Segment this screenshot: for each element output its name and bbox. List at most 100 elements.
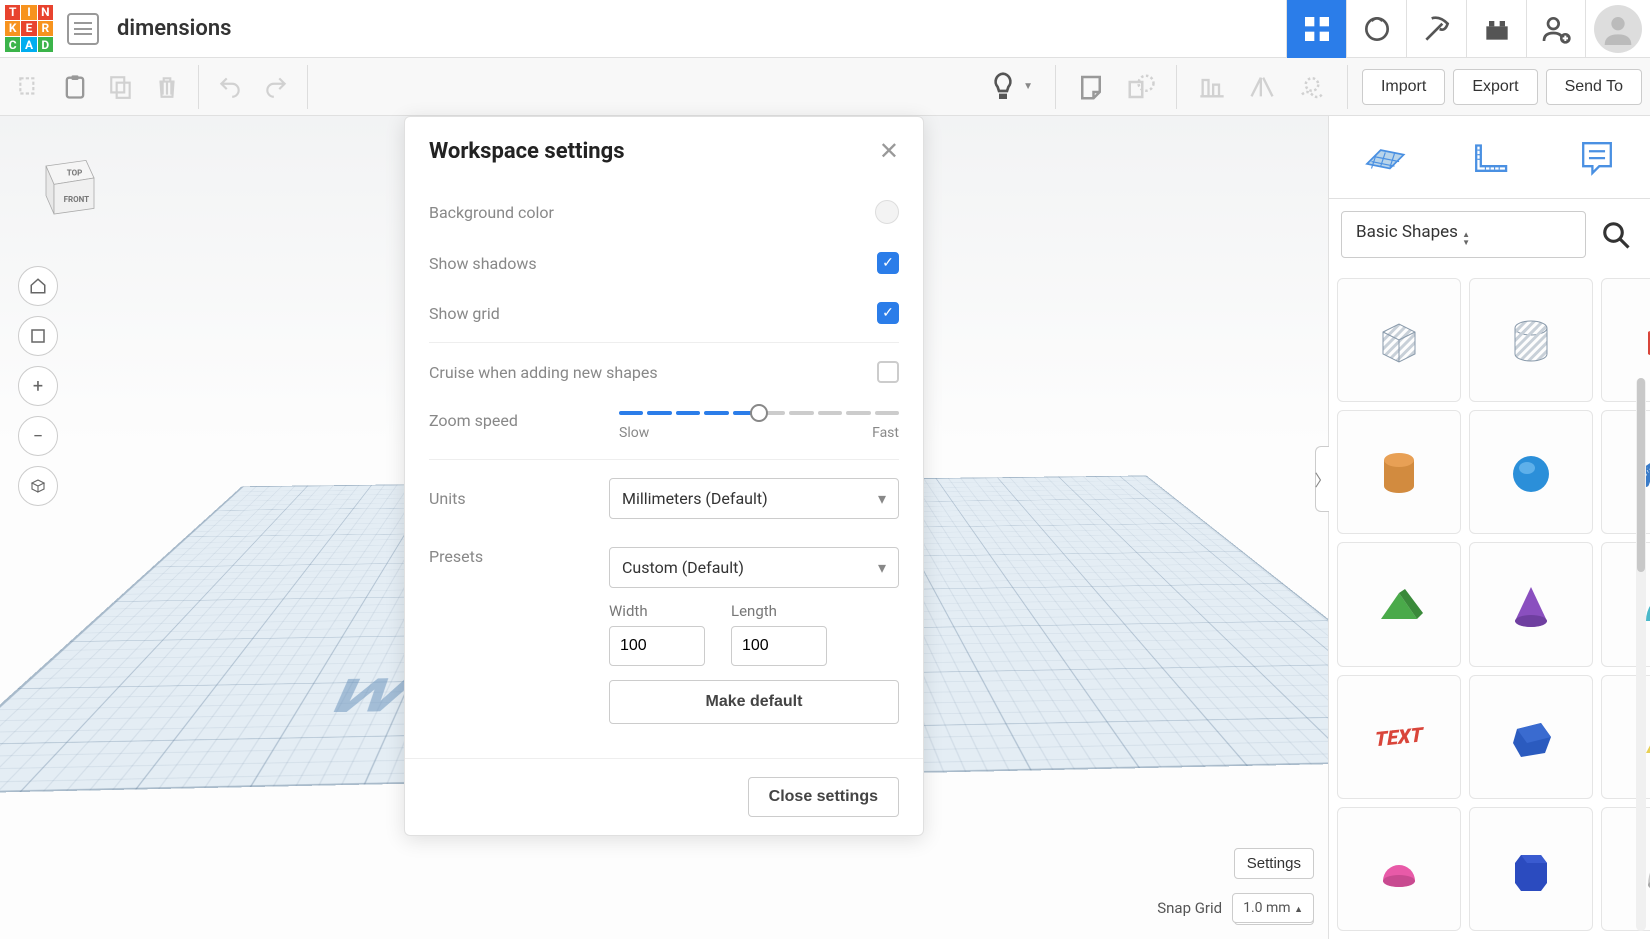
show-shadows-label: Show shadows (429, 254, 537, 273)
user-plus-icon (1540, 13, 1572, 45)
design-list-button[interactable] (67, 13, 99, 45)
shapes-grid: ✎ TEXT (1329, 270, 1650, 939)
cruise-button[interactable] (1291, 66, 1333, 108)
duplicate-icon (108, 74, 134, 100)
snap-grid-label: Snap Grid (1157, 899, 1222, 917)
svg-text:FRONT: FRONT (64, 195, 90, 204)
home-icon (29, 277, 47, 295)
shape-polygon[interactable] (1469, 675, 1593, 799)
group-icon (1126, 72, 1156, 102)
zoom-speed-label: Zoom speed (429, 411, 518, 430)
tab-circuits[interactable] (1346, 0, 1406, 58)
svg-text:TEXT: TEXT (1375, 722, 1424, 751)
shapes-panel: 〉 Basic Shapes ▲▼ ✎ TEXT (1328, 116, 1650, 939)
zoom-fast-label: Fast (872, 425, 899, 441)
edit-grid-settings-button[interactable]: Settings (1234, 848, 1314, 879)
avatar-icon (1602, 13, 1634, 45)
cruise-label: Cruise when adding new shapes (429, 363, 658, 382)
shape-roof[interactable] (1337, 542, 1461, 666)
show-grid-label: Show grid (429, 304, 500, 323)
zoom-in-button[interactable]: + (18, 366, 58, 406)
zoom-out-button[interactable]: − (18, 416, 58, 456)
fit-view-button[interactable] (18, 316, 58, 356)
tab-minecraft[interactable] (1406, 0, 1466, 58)
align-icon (1198, 73, 1226, 101)
align-button[interactable] (1191, 66, 1233, 108)
svg-text:TOP: TOP (67, 169, 83, 178)
search-icon (1601, 220, 1631, 250)
shapes-category-select[interactable]: Basic Shapes ▲▼ (1341, 211, 1586, 258)
cruise-checkbox[interactable] (877, 361, 899, 383)
presets-select[interactable]: Custom (Default) (609, 547, 899, 588)
note-icon (1076, 72, 1106, 102)
import-button[interactable]: Import (1362, 69, 1445, 105)
slider-thumb[interactable] (750, 404, 768, 422)
panel-tab-workplane[interactable] (1358, 132, 1408, 182)
copy-button[interactable] (8, 66, 50, 108)
delete-button[interactable] (146, 66, 188, 108)
lego-icon (1481, 13, 1513, 45)
close-settings-button[interactable]: Close settings (748, 777, 899, 817)
undo-icon (217, 74, 243, 100)
duplicate-button[interactable] (100, 66, 142, 108)
width-label: Width (609, 602, 705, 620)
workspace-settings-modal: Workspace settings ✕ Background color Sh… (404, 116, 924, 836)
export-button[interactable]: Export (1453, 69, 1537, 105)
panel-collapse-handle[interactable]: 〉 (1315, 446, 1329, 512)
shape-hex-prism[interactable] (1469, 807, 1593, 931)
home-view-button[interactable] (18, 266, 58, 306)
width-input[interactable] (609, 626, 705, 666)
ruler-icon (1467, 134, 1513, 180)
updown-icon: ▲▼ (1462, 231, 1470, 247)
brick-icon (1361, 13, 1393, 45)
ortho-button[interactable] (18, 466, 58, 506)
tinkercad-logo[interactable]: TIN KER CAD (3, 3, 55, 55)
mirror-icon (1248, 73, 1276, 101)
show-shadows-checkbox[interactable]: ✓ (877, 252, 899, 274)
trash-icon (154, 74, 180, 100)
shape-cone[interactable] (1469, 542, 1593, 666)
user-avatar[interactable] (1594, 5, 1642, 53)
redo-button[interactable] (255, 66, 297, 108)
undo-button[interactable] (209, 66, 251, 108)
tab-3d-design[interactable] (1286, 0, 1346, 58)
shape-box-hole[interactable] (1337, 278, 1461, 402)
tab-lego[interactable] (1466, 0, 1526, 58)
panel-tab-notes[interactable] (1572, 132, 1622, 182)
length-input[interactable] (731, 626, 827, 666)
shape-cylinder-hole[interactable] (1469, 278, 1593, 402)
hints-button[interactable]: ▼ (979, 67, 1041, 107)
shape-half-sphere[interactable] (1337, 807, 1461, 931)
units-label: Units (429, 489, 466, 508)
fit-icon (29, 327, 47, 345)
shapes-scrollbar[interactable] (1636, 378, 1646, 931)
shapes-search-button[interactable] (1594, 213, 1638, 257)
paste-button[interactable] (54, 66, 96, 108)
viewcube[interactable]: TOP FRONT (30, 146, 110, 226)
copy-icon (16, 74, 42, 100)
modal-close-button[interactable]: ✕ (879, 137, 899, 166)
group-button[interactable] (1120, 66, 1162, 108)
cube-icon (29, 477, 47, 495)
grid-icon (1301, 13, 1333, 45)
mirror-button[interactable] (1241, 66, 1283, 108)
shape-cylinder[interactable] (1337, 410, 1461, 534)
background-color-swatch[interactable] (875, 200, 899, 224)
user-account-button[interactable] (1526, 0, 1586, 58)
show-grid-checkbox[interactable]: ✓ (877, 302, 899, 324)
snap-grid-select[interactable]: 1.0 mm ▲ (1232, 893, 1314, 923)
make-default-button[interactable]: Make default (609, 680, 899, 724)
shape-text[interactable]: TEXT (1337, 675, 1461, 799)
pickaxe-icon (1421, 13, 1453, 45)
presets-label: Presets (429, 547, 483, 566)
units-select[interactable]: Millimeters (Default) (609, 478, 899, 519)
scrollbar-thumb[interactable] (1637, 378, 1645, 572)
show-all-button[interactable] (1070, 66, 1112, 108)
document-title[interactable]: dimensions (117, 16, 231, 41)
shape-sphere[interactable] (1469, 410, 1593, 534)
caret-down-icon: ▼ (1023, 81, 1033, 92)
send-to-button[interactable]: Send To (1546, 69, 1642, 105)
length-label: Length (731, 602, 827, 620)
zoom-speed-slider[interactable] (619, 411, 899, 415)
panel-tab-ruler[interactable] (1465, 132, 1515, 182)
